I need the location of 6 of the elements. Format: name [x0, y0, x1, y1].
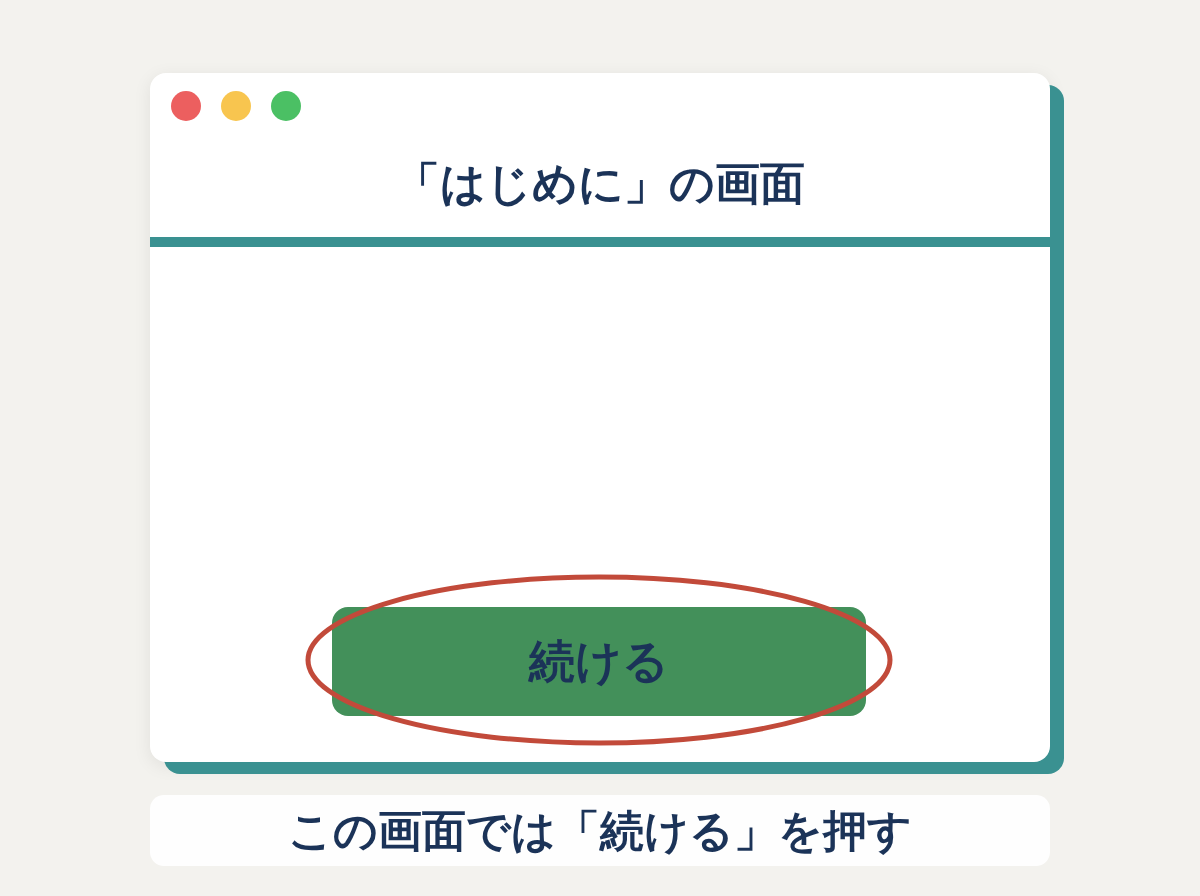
window-title: 「はじめに」の画面 — [394, 157, 806, 211]
window-control-dot-icon[interactable] — [221, 91, 251, 121]
continue-button[interactable]: 続ける — [332, 607, 866, 716]
window-control-dot-icon[interactable] — [271, 91, 301, 121]
window-control-dot-icon[interactable] — [171, 91, 201, 121]
caption-text: この画面では「続ける」を押す — [288, 803, 912, 858]
